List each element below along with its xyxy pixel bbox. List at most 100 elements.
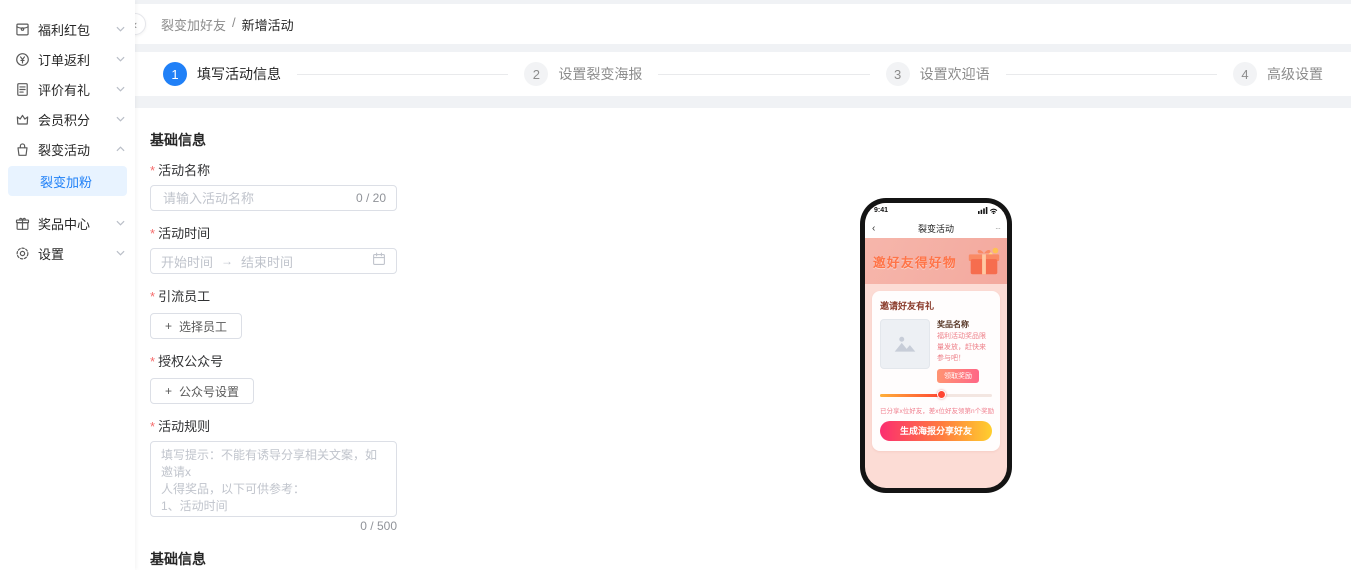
- sidebar-item-label: 裂变活动: [38, 140, 116, 159]
- calendar-icon: [372, 252, 386, 271]
- breadcrumb-bar: ‹ 裂变加好友 / 新增活动: [135, 4, 1351, 44]
- plus-icon: +: [165, 319, 172, 333]
- claim-reward-button: 领取奖励: [937, 369, 979, 383]
- sidebar-item-welfare-redpacket[interactable]: 福利红包: [0, 14, 135, 44]
- step-wizard: 1 填写活动信息 2 设置裂变海报 3 设置欢迎语 4 高级设置: [135, 52, 1351, 96]
- step-number-badge: 3: [886, 62, 910, 86]
- breadcrumb-current: 新增活动: [242, 15, 294, 34]
- step-2-set-fission-poster[interactable]: 2 设置裂变海报: [524, 62, 642, 86]
- sidebar-item-label: 订单返利: [38, 50, 116, 69]
- chevron-down-icon: [116, 220, 125, 226]
- prize-image-placeholder: [880, 319, 930, 369]
- step-number-badge: 1: [163, 62, 187, 86]
- chevron-down-icon: [116, 250, 125, 256]
- signal-wifi-icon: [978, 206, 998, 216]
- sidebar-item-settings[interactable]: 设置: [0, 238, 135, 268]
- phone-content: 邀请好友有礼 奖品名称 福利活动奖品限量发放，赶快来参与吧！ 领取奖励: [865, 284, 1007, 488]
- red-packet-icon: [14, 21, 30, 37]
- main-content: ‹ 裂变加好友 / 新增活动 1 填写活动信息 2 设置裂变海报 3 设置欢迎语: [135, 0, 1351, 570]
- banner-title: 邀好友得好物: [873, 252, 957, 271]
- member-points-icon: [14, 111, 30, 127]
- more-menu-icon: ···: [986, 224, 1000, 233]
- step-connector: [658, 74, 869, 75]
- staff-label: *引流员工: [150, 288, 1351, 305]
- status-time: 9:41: [874, 207, 888, 214]
- required-mark: *: [150, 419, 155, 434]
- start-time-placeholder: 开始时间: [161, 252, 213, 271]
- activity-rules-label: *活动规则: [150, 418, 1351, 435]
- generate-poster-button: 生成海报分享好友: [880, 421, 992, 441]
- order-rebate-icon: [14, 51, 30, 67]
- share-progress-caption: 已分享x位好友，差x位好友领第n个奖励: [880, 405, 992, 415]
- prize-info: 奖品名称 福利活动奖品限量发放，赶快来参与吧！ 领取奖励: [937, 319, 992, 383]
- chevron-down-icon: [116, 86, 125, 92]
- section-title-basic-info-2: 基础信息: [150, 551, 1351, 567]
- step-label: 设置欢迎语: [920, 64, 990, 84]
- activity-form-card: 基础信息 *活动名称 0 / 20 *活动时间 开始时间 → 结束时间: [135, 108, 1351, 570]
- phone-page-title: 裂变活动: [886, 222, 986, 235]
- activity-rules-textarea[interactable]: [150, 441, 397, 517]
- sidebar-item-order-rebate[interactable]: 订单返利: [0, 44, 135, 74]
- step-label: 填写活动信息: [197, 64, 281, 84]
- step-connector: [297, 74, 508, 75]
- step-number-badge: 4: [1233, 62, 1257, 86]
- required-mark: *: [150, 289, 155, 304]
- invite-card-header: 邀请好友有礼: [880, 299, 992, 312]
- sidebar-item-fission-activity[interactable]: 裂变活动: [0, 134, 135, 164]
- step-4-advanced-settings[interactable]: 4 高级设置: [1233, 62, 1323, 86]
- step-1-fill-activity-info[interactable]: 1 填写活动信息: [163, 62, 281, 86]
- chevron-up-icon: [116, 146, 125, 152]
- app-root: 福利红包 订单返利 评价有礼: [0, 0, 1351, 570]
- sidebar-item-review-gift[interactable]: 评价有礼: [0, 74, 135, 104]
- progress-dot: [937, 390, 946, 399]
- sidebar: 福利红包 订单返利 评价有礼: [0, 0, 135, 570]
- breadcrumb-separator: /: [232, 15, 236, 34]
- required-mark: *: [150, 354, 155, 369]
- chevron-down-icon: [116, 26, 125, 32]
- required-mark: *: [150, 226, 155, 241]
- prize-name: 奖品名称: [937, 319, 992, 330]
- progress-fill: [880, 394, 942, 397]
- sidebar-subitem-label: 裂变加粉: [40, 172, 92, 191]
- phone-status-bar: 9:41: [865, 203, 1007, 218]
- share-progress-bar: [880, 394, 992, 397]
- sidebar-item-member-points[interactable]: 会员积分: [0, 104, 135, 134]
- breadcrumb-parent-link[interactable]: 裂变加好友: [161, 15, 226, 34]
- settings-icon: [14, 245, 30, 261]
- required-mark: *: [150, 163, 155, 178]
- step-label: 设置裂变海报: [558, 64, 642, 84]
- end-time-placeholder: 结束时间: [241, 252, 293, 271]
- activity-name-input[interactable]: [161, 190, 356, 207]
- range-arrow-icon: →: [221, 254, 233, 268]
- sidebar-item-label: 福利红包: [38, 20, 116, 39]
- activity-time-label: *活动时间: [150, 225, 1351, 242]
- phone-banner: 邀好友得好物: [865, 238, 1007, 284]
- activity-time-range-picker[interactable]: 开始时间 → 结束时间: [150, 248, 397, 274]
- sidebar-item-label: 奖品中心: [38, 214, 116, 233]
- activity-name-input-wrap: 0 / 20: [150, 185, 397, 211]
- breadcrumb: 裂变加好友 / 新增活动: [161, 15, 294, 34]
- step-3-set-welcome-message[interactable]: 3 设置欢迎语: [886, 62, 990, 86]
- phone-screen: 9:41 ‹ 裂变活动 ··· 邀好友得好物: [865, 203, 1007, 488]
- sidebar-item-label: 会员积分: [38, 110, 116, 129]
- step-connector: [1006, 74, 1217, 75]
- sidebar-subitem-fission-addfans[interactable]: 裂变加粉: [8, 166, 127, 196]
- sidebar-item-prize-center[interactable]: 奖品中心: [0, 208, 135, 238]
- prize-description: 福利活动奖品限量发放，赶快来参与吧！: [937, 332, 992, 365]
- prize-row: 奖品名称 福利活动奖品限量发放，赶快来参与吧！ 领取奖励: [880, 319, 992, 383]
- activity-name-counter: 0 / 20: [356, 191, 386, 205]
- chevron-down-icon: [116, 116, 125, 122]
- sidebar-item-label: 设置: [38, 244, 116, 263]
- select-staff-button[interactable]: + 选择员工: [150, 313, 242, 339]
- gift-box-illustration: [965, 243, 1003, 284]
- prize-center-icon: [14, 215, 30, 231]
- sidebar-item-label: 评价有礼: [38, 80, 116, 99]
- step-number-badge: 2: [524, 62, 548, 86]
- review-gift-icon: [14, 81, 30, 97]
- official-account-setup-button[interactable]: + 公众号设置: [150, 378, 254, 404]
- phone-nav-bar: ‹ 裂变活动 ···: [865, 218, 1007, 238]
- step-label: 高级设置: [1267, 64, 1323, 84]
- sidebar-group-gap: [0, 196, 135, 208]
- activity-name-label: *活动名称: [150, 162, 1351, 179]
- back-chevron-icon: ‹: [872, 223, 886, 234]
